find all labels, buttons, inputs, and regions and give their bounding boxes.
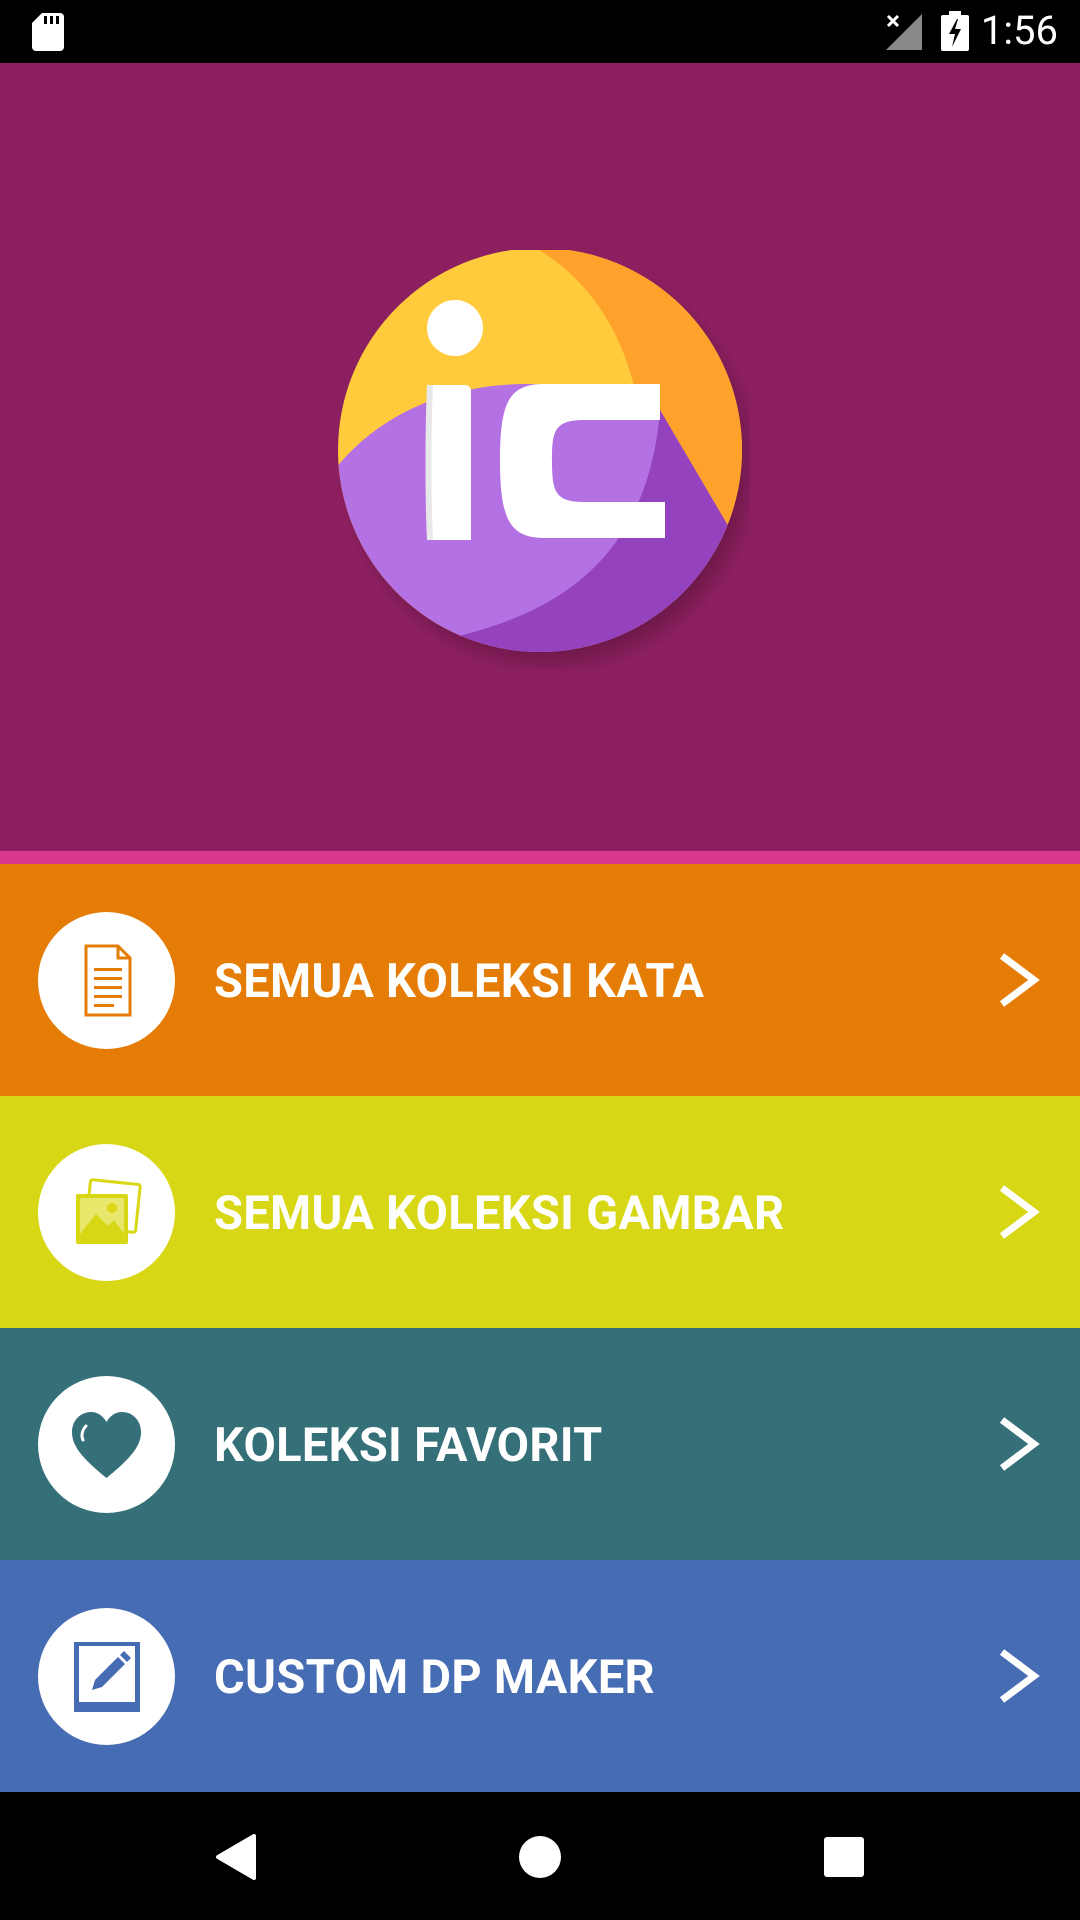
chevron-right-icon (999, 1185, 1040, 1239)
header-divider (0, 851, 1080, 864)
status-bar: 1:56 (0, 0, 1080, 63)
images-icon (76, 1178, 142, 1244)
menu-item-label: KOLEKSI FAVORIT (214, 1418, 603, 1473)
menu-item-label: CUSTOM DP MAKER (214, 1650, 655, 1705)
menu-item-semua-koleksi-gambar[interactable]: SEMUA KOLEKSI GAMBAR (0, 1096, 1080, 1328)
menu-item-semua-koleksi-kata[interactable]: SEMUA KOLEKSI KATA (0, 864, 1080, 1096)
document-icon (84, 944, 132, 1017)
edit-icon (74, 1642, 140, 1712)
menu-item-label: SEMUA KOLEKSI GAMBAR (214, 1186, 785, 1241)
menu-item-custom-dp-maker[interactable]: CUSTOM DP MAKER (0, 1560, 1080, 1792)
status-clock: 1:56 (980, 7, 1058, 54)
sd-card-icon (32, 13, 64, 51)
menu-icon-circle (38, 912, 175, 1049)
home-icon[interactable] (519, 1836, 561, 1878)
chevron-right-icon (999, 1417, 1040, 1471)
menu-item-koleksi-favorit[interactable]: KOLEKSI FAVORIT (0, 1328, 1080, 1560)
back-icon[interactable] (214, 1834, 258, 1880)
no-signal-icon (886, 14, 922, 50)
menu-icon-circle (38, 1144, 175, 1281)
menu-icon-circle (38, 1608, 175, 1745)
menu-icon-circle (38, 1376, 175, 1513)
recents-icon[interactable] (823, 1836, 865, 1878)
chevron-right-icon (999, 953, 1040, 1007)
heart-icon (72, 1412, 141, 1478)
ic-logo-icon (338, 250, 750, 670)
chevron-right-icon (999, 1649, 1040, 1703)
battery-charging-icon (941, 11, 969, 51)
menu-item-label: SEMUA KOLEKSI KATA (214, 954, 705, 1009)
